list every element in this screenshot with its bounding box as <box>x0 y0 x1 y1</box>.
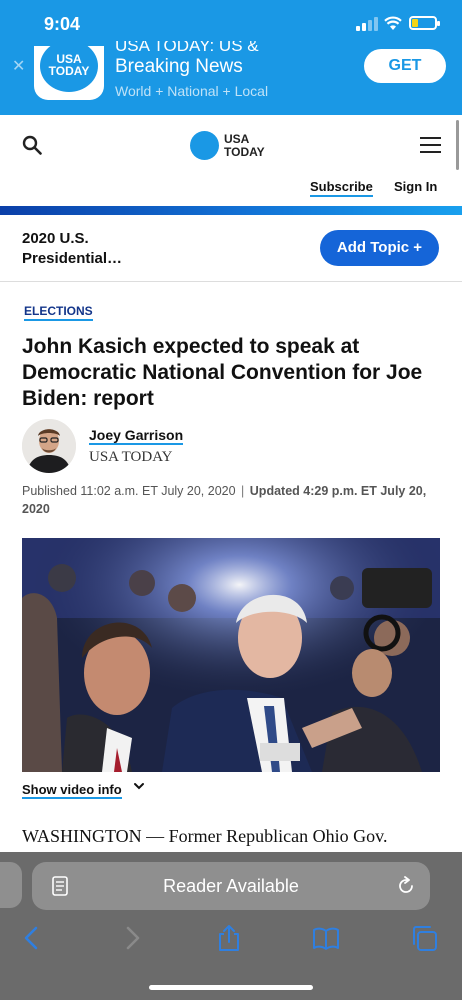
tabs-icon[interactable] <box>410 924 438 952</box>
reader-available-label: Reader Available <box>163 876 299 896</box>
author-org: USA TODAY <box>89 449 173 465</box>
scroll-indicator <box>456 120 459 170</box>
video-thumbnail <box>22 538 440 772</box>
bookmarks-icon[interactable] <box>312 924 340 952</box>
usa-today-logo[interactable]: USA TODAY <box>224 133 265 159</box>
menu-icon[interactable] <box>420 137 441 153</box>
share-icon[interactable] <box>215 924 243 952</box>
search-icon[interactable] <box>22 135 42 155</box>
home-indicator[interactable] <box>149 985 313 990</box>
author-name-link[interactable]: Joey Garrison <box>89 427 184 445</box>
browser-toolbar: Reader Available <box>0 852 462 1000</box>
subscribe-link[interactable]: Subscribe <box>310 179 373 197</box>
topic-label[interactable]: 2020 U.S. Presidential… <box>22 229 162 269</box>
topic-row: 2020 U.S. Presidential… Add Topic + <box>0 215 462 282</box>
usa-today-logo-dot[interactable] <box>190 131 219 160</box>
battery-icon <box>409 16 440 30</box>
address-bar[interactable]: Reader Available <box>32 862 430 910</box>
date-separator: | <box>241 484 245 498</box>
usa-today-app-icon: USA TODAY <box>34 40 104 100</box>
previous-tab-pill[interactable] <box>0 862 22 908</box>
article-dates: Published 11:02 a.m. ET July 20, 2020 | … <box>22 482 442 518</box>
logo-line1: USA <box>224 132 250 146</box>
close-icon[interactable]: ✕ <box>12 56 25 76</box>
banner-title: Breaking News <box>115 56 243 77</box>
app-root: 9:04 ✕ USA TODAY USA TODAY: US & Breakin… <box>0 0 462 1000</box>
video-player[interactable] <box>22 538 440 772</box>
banner-subtitle: World + National + Local <box>115 83 269 99</box>
section-tag[interactable]: ELECTIONS <box>24 304 93 321</box>
show-video-info-link[interactable]: Show video info <box>22 782 122 799</box>
article-headline: John Kasich expected to speak at Democra… <box>22 335 423 410</box>
reload-icon[interactable] <box>396 876 416 896</box>
add-topic-button[interactable]: Add Topic + <box>320 230 439 266</box>
author-avatar[interactable] <box>22 419 76 473</box>
smart-app-banner: 9:04 ✕ USA TODAY USA TODAY: US & Breakin… <box>0 0 462 115</box>
article-body-first-line: WASHINGTON — Former Republican Ohio Gov. <box>22 826 388 846</box>
get-app-button[interactable]: GET <box>364 49 446 83</box>
back-icon[interactable] <box>18 924 46 952</box>
site-header: USA TODAY Subscribe Sign In <box>0 115 462 207</box>
status-time: 9:04 <box>44 14 81 34</box>
wifi-icon <box>384 16 402 30</box>
app-icon-line2: TODAY <box>48 64 90 78</box>
forward-icon[interactable] <box>118 924 146 952</box>
header-gradient-bar <box>0 206 462 215</box>
chevron-down-icon[interactable] <box>133 780 145 792</box>
cellular-signal-icon <box>356 17 378 31</box>
published-date: Published 11:02 a.m. ET July 20, 2020 <box>22 484 236 498</box>
sign-in-link[interactable]: Sign In <box>394 179 437 194</box>
logo-line2: TODAY <box>224 145 265 159</box>
